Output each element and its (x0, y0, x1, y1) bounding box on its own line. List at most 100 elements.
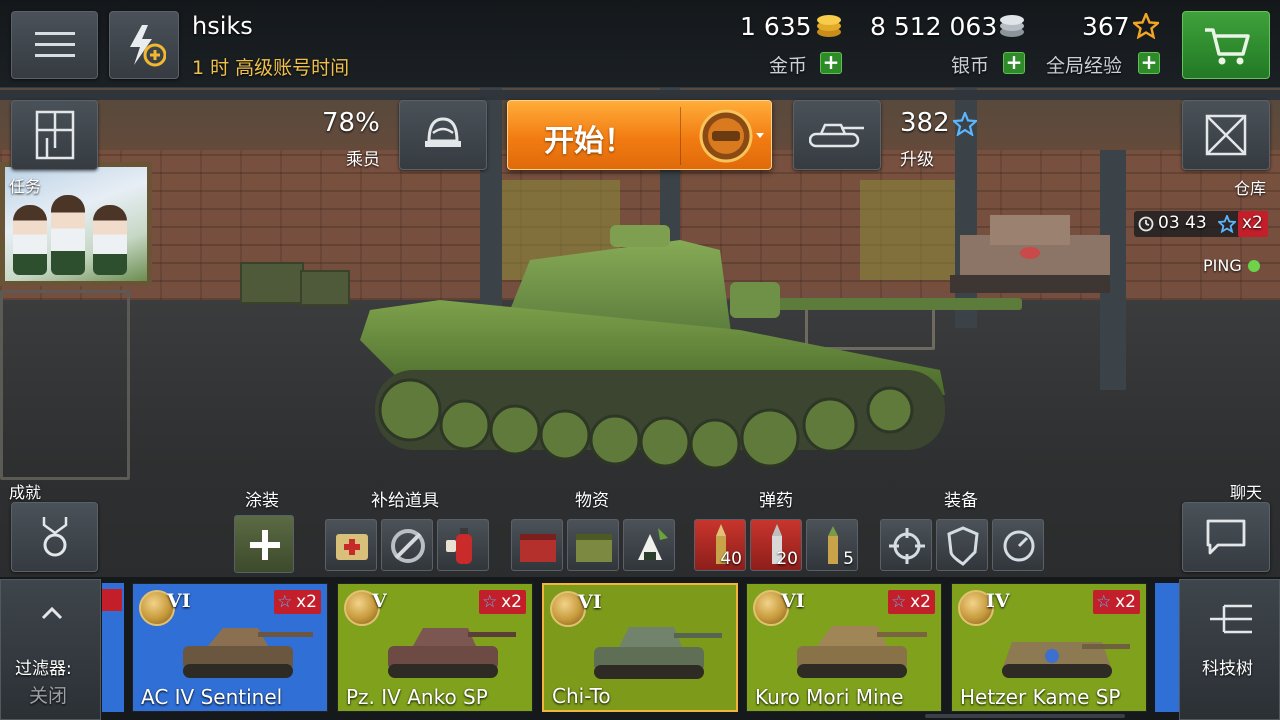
consumable-slot-fire-extinguisher[interactable] (437, 519, 489, 571)
poster-figure (93, 205, 127, 275)
start-button-divider (680, 107, 681, 165)
carousel-scrollbar[interactable] (925, 714, 1125, 718)
battle-mode-dropdown[interactable] (692, 107, 768, 165)
camo-section-label: 涂装 (245, 491, 279, 511)
first-aid-kit-icon (336, 534, 368, 560)
tank-name: Kuro Mori Mine (755, 685, 904, 709)
gold-label: 金币 (769, 55, 808, 77)
camo-slot[interactable] (234, 515, 294, 573)
ping-label: PING (1203, 256, 1242, 275)
equipment-slot-3[interactable] (992, 519, 1044, 571)
tank-card[interactable]: VI ☆ x2 Kuro Mori Mine (746, 583, 942, 712)
depot-label: 仓库 (1234, 179, 1267, 198)
tank-card[interactable]: IV ☆ x2 Hetzer Kame SP (951, 583, 1147, 712)
achievements-label: 成就 (9, 483, 42, 502)
tech-tree-button[interactable]: 科技树 (1179, 579, 1280, 720)
bonus-badge (102, 589, 122, 611)
tech-tree-label: 科技树 (1202, 659, 1253, 679)
ammo-slot-ap[interactable]: 40 (694, 519, 746, 571)
free-xp-value: 367 (1082, 12, 1130, 41)
depot-button[interactable] (1182, 100, 1270, 170)
consumable-slot-tools[interactable] (381, 519, 433, 571)
filter-label: 过滤器: (15, 659, 72, 679)
xp-star-icon: ☆ (891, 592, 907, 612)
xp-star-outline-icon (1218, 215, 1236, 233)
ammo-count: 5 (843, 549, 854, 569)
upgrade-button[interactable] (793, 100, 881, 170)
missions-button[interactable] (11, 100, 98, 170)
partial-tank-card[interactable] (102, 583, 124, 712)
xp-star-icon (1133, 13, 1159, 39)
upgrade-xp-value: 382 (900, 108, 950, 138)
ceiling-beam (0, 90, 1280, 100)
speed-gauge-icon (1003, 530, 1035, 562)
supply-crate-icon (576, 534, 612, 562)
provision-slot-green-crate[interactable] (567, 519, 619, 571)
partial-tank-card[interactable] (1155, 583, 1179, 712)
menu-button[interactable] (11, 11, 98, 79)
supply-crate-icon (520, 534, 556, 562)
bonus-badge: ☆ x2 (888, 590, 935, 614)
consumable-slot-repair-kit[interactable] (325, 519, 377, 571)
start-button-label: 开始！ (544, 124, 634, 159)
filter-button[interactable]: 过滤器: 关闭 (0, 579, 101, 720)
provision-slot-rice-ball[interactable] (623, 519, 675, 571)
bonus-text: x2 (296, 592, 317, 612)
filter-state: 关闭 (29, 685, 68, 707)
equipment-section-label: 装备 (944, 491, 978, 511)
tank-name: Chi-To (552, 684, 611, 708)
equipment-slot-2[interactable] (936, 519, 988, 571)
provision-slot-red-crate[interactable] (511, 519, 563, 571)
shield-icon (947, 526, 979, 566)
gold-coins-icon (817, 15, 841, 37)
tank-image (1002, 642, 1130, 678)
ammo-count: 20 (776, 549, 798, 569)
xp-star-icon: ☆ (482, 592, 498, 612)
tank-name: Pz. IV Anko SP (346, 685, 488, 709)
missions-label: 任务 (9, 177, 42, 196)
poster-figure (51, 195, 85, 275)
boost-timer-text: 03 43 (1158, 213, 1207, 233)
buy-silver-button[interactable]: + (1003, 52, 1025, 74)
ammo-count: 40 (720, 549, 742, 569)
tank-model-chi-to[interactable] (360, 220, 1040, 490)
tank-silhouette-icon (809, 123, 864, 148)
player-name: hsiks (192, 12, 253, 40)
silver-coins-icon (1000, 15, 1024, 37)
buy-gold-button[interactable]: + (820, 52, 842, 74)
chevron-up-icon (41, 606, 63, 620)
chevron-down-icon (756, 133, 764, 138)
xp-star-outline-icon (953, 112, 977, 136)
tech-tree-icon (1210, 604, 1252, 634)
consumables-section-label: 补给道具 (371, 491, 439, 511)
chat-button[interactable] (1182, 502, 1270, 572)
tank-tier: IV (986, 590, 1010, 612)
convert-xp-button[interactable]: + (1138, 52, 1160, 74)
tank-image (183, 628, 313, 678)
clock-icon (1138, 216, 1154, 232)
bonus-text: x2 (501, 592, 522, 612)
ammo-slot-he[interactable]: 5 (806, 519, 858, 571)
tank-card-selected[interactable]: VI Chi-To (542, 583, 738, 712)
stairs-railing (0, 290, 130, 480)
start-battle-button[interactable]: 开始！ (507, 100, 772, 170)
provisions-section-label: 物资 (575, 491, 609, 511)
ammo-crate (240, 262, 304, 304)
crew-button[interactable] (399, 100, 487, 170)
premium-time: 1 时 高级账号时间 (192, 57, 350, 79)
shop-button[interactable] (1182, 11, 1270, 79)
achievements-button[interactable] (11, 502, 98, 572)
tank-card[interactable]: V ☆ x2 Pz. IV Anko SP (337, 583, 533, 712)
crate-icon (1205, 114, 1247, 156)
medal-icon (42, 517, 67, 557)
xp-star-icon: ☆ (277, 592, 293, 612)
crew-helmet-icon (425, 117, 461, 147)
equipment-slot-1[interactable] (880, 519, 932, 571)
ammo-slot-apcr[interactable]: 20 (750, 519, 802, 571)
wrench-tools-icon (391, 529, 425, 563)
bonus-text: x2 (910, 592, 931, 612)
silver-label: 银币 (951, 55, 990, 77)
missions-icon (35, 110, 74, 160)
tank-card[interactable]: VI ☆ x2 AC IV Sentinel (132, 583, 328, 712)
premium-boost-button[interactable] (109, 11, 179, 79)
